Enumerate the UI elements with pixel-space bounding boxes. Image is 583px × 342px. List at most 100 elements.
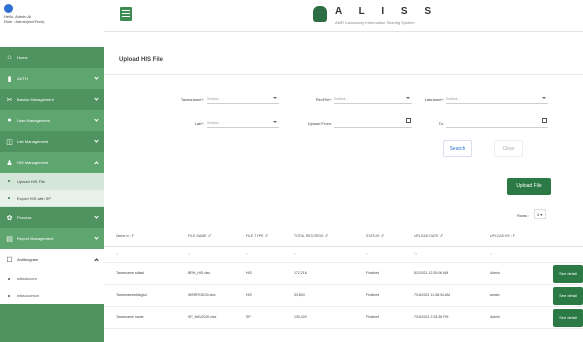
sidebar-item-his-management[interactable]: ♟ HIS Management <box>0 152 104 173</box>
hospital-select-value: Select... <box>207 96 222 101</box>
sidebar-item-auth[interactable]: ▮ AUTH <box>0 68 104 89</box>
labname-select[interactable]: Select... <box>446 93 548 104</box>
caret-down-icon <box>273 121 277 123</box>
chevron-down-icon <box>94 214 99 219</box>
users-icon: ♟ <box>6 159 13 167</box>
sidebar-item-label: Basion Management <box>17 97 54 102</box>
sidebar-item-label: User Management <box>17 118 50 123</box>
sidebar-subitem-antibiogram-1[interactable]: wiksdocom <box>0 270 104 287</box>
rows-label: Rows : <box>517 213 530 218</box>
lab-select[interactable]: Select... <box>207 117 279 128</box>
rows-per-page-select[interactable]: 4 ▾ <box>534 209 546 219</box>
to-date-input[interactable] <box>446 117 548 128</box>
cell-total-records: 172,216 <box>294 271 307 275</box>
filter-icon[interactable]: ∩ <box>366 252 369 256</box>
sidebar-subitem-label: wiksdocom <box>17 276 37 281</box>
cell-file-type: HIS <box>246 293 252 297</box>
bullet-icon <box>8 294 10 297</box>
upload-from-date-input[interactable] <box>334 117 412 128</box>
cell-status: Finished <box>366 315 380 319</box>
caret-down-icon <box>273 97 277 99</box>
upload-file-button[interactable]: Upload File <box>507 178 551 195</box>
column-header[interactable]: TOTAL RECORDS ↓F <box>294 234 328 238</box>
chevron-down-icon <box>94 75 99 80</box>
upload-from-label: Upload From: <box>307 121 332 126</box>
sidebar-item-report-management[interactable]: ▤ Report Management <box>0 228 104 249</box>
user-icon: ● <box>7 117 12 124</box>
sidebar-item-label: AUTH <box>17 76 28 81</box>
cell-file-name: WSRFEDDI3.xlsx <box>188 293 216 297</box>
page-title: Upload HIS File <box>119 57 164 63</box>
cell-file-name: BRH_HIS.xlsx <box>188 271 211 275</box>
column-header[interactable]: FILE NAME ↓F <box>188 234 211 238</box>
cell-total-records: 130,420 <box>294 315 307 319</box>
sidebar: Hello, Admin Al Role : Admin(me/Tech) ⌂ … <box>0 0 104 342</box>
sidebar-item-label: HIS Management <box>17 160 49 165</box>
cell-status: Finished <box>366 293 380 297</box>
sidebar-item-basion-management[interactable]: ✂ Basion Management <box>0 89 104 110</box>
chevron-down-icon <box>94 96 99 101</box>
lab-select-value: Select... <box>207 120 222 125</box>
sidebar-subitem-antibiogram-2[interactable]: wiksocomon <box>0 287 104 304</box>
cell-upload-date: 7/16/2021 11:38:34 AM <box>414 293 450 297</box>
table-header-row: Name in ↓F FILE NAME ↓F FILE TYPE ↓F TOT… <box>104 228 583 247</box>
filter-icon[interactable]: ∩ <box>116 252 119 256</box>
caret-down-icon <box>542 97 546 99</box>
sidebar-item-user-management[interactable]: ● User Management <box>0 110 104 131</box>
cell-file-name: SP_NAV2020.xlsx <box>188 315 217 319</box>
hamburger-icon-line <box>122 16 130 17</box>
cell-file-type: SP <box>246 315 251 319</box>
bullet-icon <box>8 180 10 182</box>
column-header[interactable]: UPLOAD DATE ↓F <box>414 234 443 238</box>
see-detail-button[interactable]: See detail <box>553 265 583 283</box>
column-header[interactable]: UPLOAD BY ↓F <box>490 234 515 238</box>
filter-icon[interactable]: ∩ <box>294 252 297 256</box>
sidebar-subitem-upload-his-file[interactable]: Upload HIS File <box>0 173 104 190</box>
menu-toggle-button[interactable] <box>120 7 132 21</box>
his-file-table: Name in ↓F FILE NAME ↓F FILE TYPE ↓F TOT… <box>104 228 583 329</box>
filter-icon[interactable]: ⊓ <box>414 252 417 256</box>
sidebar-item-lab-management[interactable]: ◫ Lab Management <box>0 131 104 152</box>
sidebar-subitem-export-his[interactable]: Export HIS with SP <box>0 190 104 207</box>
caret-down-icon <box>406 97 410 99</box>
cell-name: Tavesname sdfasl <box>116 271 145 275</box>
tools-icon: ✂ <box>6 96 13 104</box>
filter-icon[interactable]: ∩ <box>246 252 249 256</box>
hamburger-icon-line <box>122 13 130 14</box>
cell-total-records: 33,804 <box>294 293 305 297</box>
filter-icon[interactable]: ∩ <box>188 252 191 256</box>
bullet-icon <box>8 277 10 280</box>
header-divider <box>104 31 583 32</box>
brand-subtitle: AMR Laboratory Information Sharing Syste… <box>335 20 415 25</box>
to-label: To: <box>438 121 444 126</box>
hospital-select[interactable]: Select... <box>207 93 279 104</box>
sidebar-item-antibiogram[interactable]: ☐ Antibiogram <box>0 249 104 270</box>
file-label: RevFile*: <box>315 97 332 102</box>
home-icon: ⌂ <box>7 54 12 61</box>
sidebar-item-process[interactable]: ✿ Process <box>0 207 104 228</box>
column-header[interactable]: FILE TYPE ↓F <box>246 234 268 238</box>
sidebar-item-home[interactable]: ⌂ Home <box>0 47 104 68</box>
sidebar-subitem-label: Export HIS with SP <box>17 195 52 201</box>
calendar-icon <box>406 118 411 123</box>
gear-icon: ✿ <box>6 214 13 222</box>
cell-upload-by: amain <box>490 293 500 297</box>
sidebar-item-label: Antibiogram <box>17 257 39 262</box>
chevron-up-icon <box>94 161 99 166</box>
column-header[interactable]: Name in ↓F <box>116 234 134 238</box>
search-button[interactable]: Search <box>443 140 472 157</box>
file-select[interactable]: Select... <box>334 93 412 104</box>
cell-upload-by: Admin <box>490 271 500 275</box>
table-row: Tavesname name SP_NAV2020.xlsx SP 130,42… <box>104 307 583 329</box>
labname-label: Labname*: <box>424 97 444 102</box>
filter-icon[interactable]: ∩ <box>490 252 493 256</box>
clear-button[interactable]: Clear <box>494 140 523 157</box>
column-header[interactable]: STATUS ↓F <box>366 234 384 238</box>
avatar <box>4 4 13 13</box>
chevron-down-icon <box>94 138 99 143</box>
sidebar-item-label: Process <box>17 215 32 220</box>
see-detail-button[interactable]: See detail <box>553 287 583 305</box>
see-detail-button[interactable]: See detail <box>553 309 583 327</box>
title-divider <box>104 74 583 75</box>
bullet-icon <box>8 197 10 199</box>
